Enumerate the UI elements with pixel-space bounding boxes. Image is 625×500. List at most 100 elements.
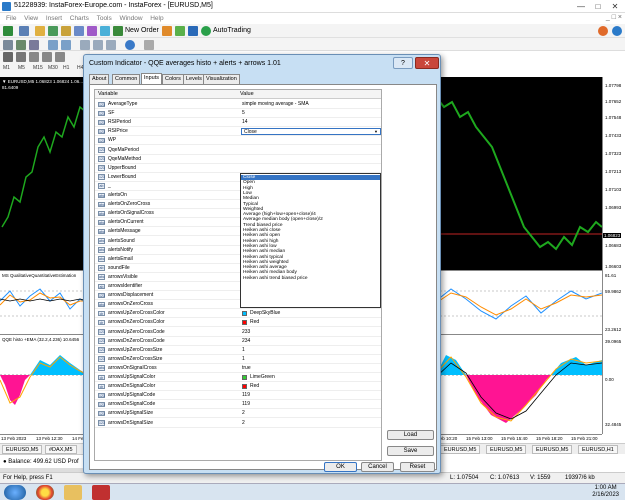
- tile-windows-icon[interactable]: [80, 40, 90, 50]
- dialog-close-button[interactable]: ✕: [415, 57, 439, 69]
- timeframe-m1[interactable]: M1: [3, 65, 10, 71]
- autotrading-icon[interactable]: [201, 26, 211, 36]
- ok-button[interactable]: OK: [324, 462, 357, 472]
- input-row[interactable]: 123 arrowsUpZeroCrossCode 233: [95, 328, 381, 337]
- input-row[interactable]: 123 arrowsDnSignalCode 119: [95, 400, 381, 410]
- new-chart-icon[interactable]: [3, 26, 13, 36]
- qqe-indicator-left[interactable]: MS QualitativeQuantitativeEstimation: [0, 270, 88, 334]
- chart-tab[interactable]: #DAX,M5: [45, 445, 77, 454]
- chart-tab[interactable]: EURUSD,M5: [486, 445, 527, 454]
- chart-tab[interactable]: EURUSD,M5: [532, 445, 573, 454]
- qqe-histogram-left[interactable]: QQE histo +EMA (32.2,4.236) 10.6456: [0, 334, 88, 434]
- input-value[interactable]: simple moving average - SMA: [242, 100, 309, 109]
- vertical-line-icon[interactable]: [29, 52, 39, 62]
- input-value[interactable]: 2: [242, 419, 245, 428]
- cancel-button[interactable]: Cancel: [361, 462, 394, 472]
- system-clock[interactable]: 1:00 AM 2/16/2023: [592, 485, 619, 499]
- line-chart-icon[interactable]: [29, 40, 39, 50]
- strategy-tester-icon[interactable]: [87, 26, 97, 36]
- tab-inputs[interactable]: Inputs: [141, 73, 162, 84]
- menu-help[interactable]: Help: [150, 13, 163, 24]
- start-button-icon[interactable]: [4, 485, 26, 500]
- qqe-histogram-right[interactable]: [436, 334, 602, 434]
- tab-colors[interactable]: Colors: [162, 74, 184, 84]
- menu-file[interactable]: File: [6, 13, 16, 24]
- price-chart-left[interactable]: ▼ EURUSD,M5 1.06823 1.06824 1.06... 81.6…: [0, 77, 88, 270]
- new-order-button[interactable]: New Order: [125, 27, 159, 34]
- profiles-icon[interactable]: [19, 26, 29, 36]
- timeframe-m15[interactable]: M15: [33, 65, 43, 71]
- horizontal-line-icon[interactable]: [42, 52, 52, 62]
- input-value[interactable]: 234: [242, 337, 250, 346]
- new-order-icon[interactable]: [113, 26, 123, 36]
- input-row[interactable]: 123 RSIPeriod 14: [95, 118, 381, 128]
- chart-tab[interactable]: EURUSD,M5: [2, 445, 43, 454]
- input-value[interactable]: 2: [242, 409, 245, 418]
- input-row[interactable]: 123 arrowsUpSignalSize 2: [95, 409, 381, 419]
- minimize-button[interactable]: —: [573, 1, 589, 12]
- timeframe-h1[interactable]: H1: [63, 65, 69, 71]
- menu-window[interactable]: Window: [119, 13, 142, 24]
- market-icon[interactable]: [175, 26, 185, 36]
- input-row[interactable]: 123 arrowsDnZeroCrossCode 234: [95, 337, 381, 346]
- autotrading-button[interactable]: AutoTrading: [213, 27, 251, 34]
- input-value[interactable]: 1: [242, 355, 245, 364]
- terminal-icon[interactable]: [74, 26, 84, 36]
- reset-button[interactable]: Reset: [400, 462, 435, 472]
- zoom-out-icon[interactable]: [61, 40, 71, 50]
- input-row[interactable]: 123 WP: [95, 136, 381, 146]
- chart-tab[interactable]: EURUSD,H1: [578, 445, 618, 454]
- input-row[interactable]: 123 RSIPrice Close ▼: [95, 127, 381, 137]
- tab-about[interactable]: About: [89, 74, 110, 84]
- menu-charts[interactable]: Charts: [70, 13, 89, 24]
- input-value[interactable]: Red: [250, 382, 259, 391]
- input-value[interactable]: 233: [242, 328, 250, 337]
- menu-view[interactable]: View: [24, 13, 38, 24]
- chrome-icon[interactable]: [36, 485, 54, 500]
- tab-levels[interactable]: Levels: [183, 74, 205, 84]
- market-watch-icon[interactable]: [35, 26, 45, 36]
- save-button[interactable]: Save: [387, 446, 434, 456]
- navigator-icon[interactable]: [61, 26, 71, 36]
- chart-shift-icon[interactable]: [106, 40, 116, 50]
- community-icon[interactable]: [612, 26, 622, 36]
- crosshair-icon[interactable]: [16, 52, 26, 62]
- chart-tab[interactable]: EURUSD,M5: [440, 445, 481, 454]
- input-row[interactable]: clr arrowsUpZeroCrossColor DeepSkyBlue: [95, 309, 381, 319]
- input-value[interactable]: LimeGreen: [250, 373, 275, 382]
- metaeditor-icon[interactable]: [100, 26, 110, 36]
- input-row[interactable]: 123 SF 5: [95, 109, 381, 119]
- input-value[interactable]: true: [242, 364, 251, 373]
- file-explorer-icon[interactable]: [64, 485, 82, 500]
- tab-visualization[interactable]: Visualization: [203, 74, 240, 84]
- close-window-button[interactable]: ✕: [607, 1, 623, 12]
- input-value[interactable]: DeepSkyBlue: [250, 309, 280, 318]
- input-value[interactable]: 5: [242, 109, 245, 118]
- input-value[interactable]: 1: [242, 346, 245, 355]
- signals-icon[interactable]: [162, 26, 172, 36]
- input-row[interactable]: 123 UpperBound: [95, 164, 381, 173]
- vps-icon[interactable]: [188, 26, 198, 36]
- input-value[interactable]: 119: [242, 400, 250, 409]
- input-row[interactable]: 123 arrowsUpSignalCode 119: [95, 391, 381, 401]
- chevron-down-icon[interactable]: ▼: [374, 129, 378, 135]
- input-row[interactable]: clr arrowsDnZeroCrossColor Red: [95, 318, 381, 328]
- input-value[interactable]: 14: [242, 118, 248, 127]
- tab-common[interactable]: Common: [112, 74, 141, 84]
- trendline-icon[interactable]: [55, 52, 65, 62]
- menu-insert[interactable]: Insert: [46, 13, 62, 24]
- search-icon[interactable]: [598, 26, 608, 36]
- indicators-icon[interactable]: [125, 40, 135, 50]
- input-value[interactable]: 119: [242, 391, 250, 400]
- input-row[interactable]: 123 AverageType simple moving average - SM…: [95, 100, 381, 110]
- input-row[interactable]: clr arrowsUpSignalColor LimeGreen: [95, 373, 381, 383]
- child-window-controls[interactable]: _ □ ×: [606, 14, 622, 21]
- zoom-in-icon[interactable]: [48, 40, 58, 50]
- input-row[interactable]: 123 arrowsDnZeroCrossSize 1: [95, 355, 381, 364]
- candlestick-icon[interactable]: [16, 40, 26, 50]
- input-row[interactable]: 123 arrowsDnSignalSize 2: [95, 419, 381, 428]
- input-row[interactable]: clr arrowsDnSignalColor Red: [95, 382, 381, 392]
- periods-icon[interactable]: [144, 40, 154, 50]
- input-row[interactable]: 123 QqeMaPeriod: [95, 146, 381, 155]
- input-row[interactable]: 123 arrowsUpZeroCrossSize 1: [95, 346, 381, 355]
